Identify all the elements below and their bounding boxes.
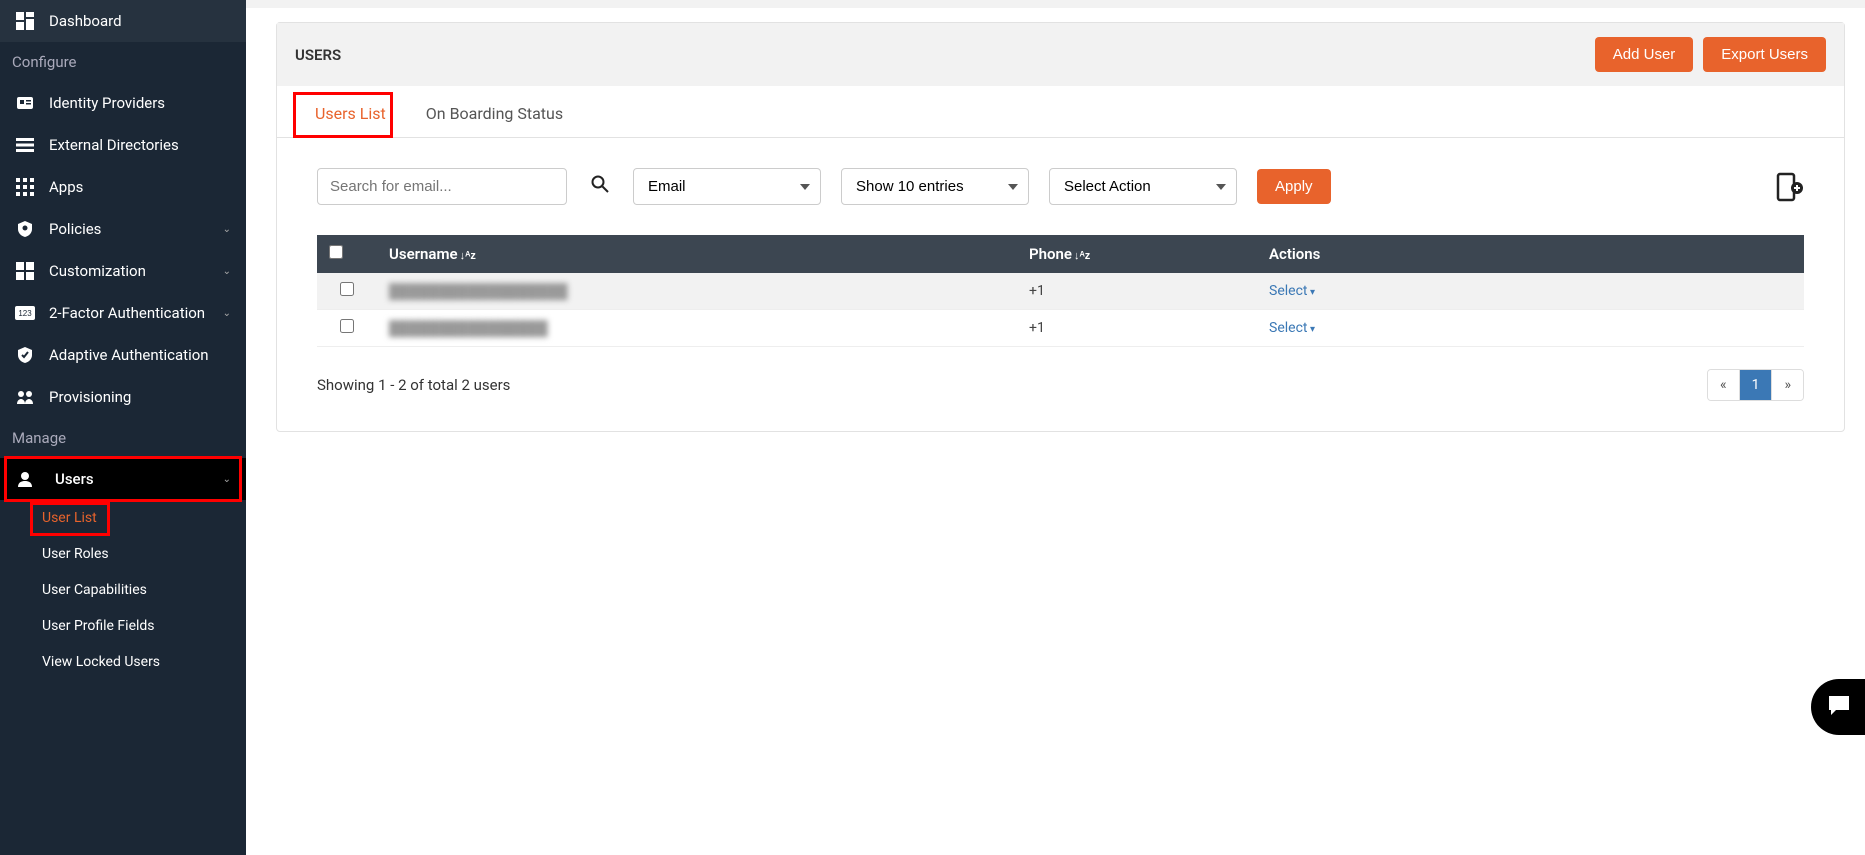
list-icon (15, 135, 35, 155)
sort-icon: ↓ᴬᴢ (1074, 249, 1090, 262)
pagination: « 1 » (1707, 369, 1804, 401)
pagination-page-1[interactable]: 1 (1740, 370, 1773, 400)
sidebar-item-users[interactable]: Users ⌄ (0, 458, 246, 500)
sidebar-sub-user-capabilities[interactable]: User Capabilities (0, 572, 246, 608)
table-footer: Showing 1 - 2 of total 2 users « 1 » (317, 369, 1804, 401)
search-email-input[interactable] (317, 168, 567, 205)
sidebar-item-label: Provisioning (49, 388, 231, 406)
sidebar-item-two-factor[interactable]: 123 2-Factor Authentication ⌄ (0, 292, 246, 334)
export-users-button[interactable]: Export Users (1703, 37, 1826, 72)
sort-icon: ↓ᴬᴢ (460, 249, 476, 262)
column-header-phone[interactable]: Phone↓ᴬᴢ (1017, 235, 1257, 273)
two-factor-icon: 123 (15, 303, 35, 323)
results-summary: Showing 1 - 2 of total 2 users (317, 376, 510, 394)
shield-icon (15, 219, 35, 239)
sidebar-item-label: Policies (49, 220, 223, 238)
column-header-username[interactable]: Username↓ᴬᴢ (377, 235, 1017, 273)
sidebar-item-label: Users (55, 470, 223, 488)
sidebar-sub-user-list[interactable]: User List (0, 500, 246, 536)
chevron-down-icon: ⌄ (223, 308, 231, 319)
sidebar-item-provisioning[interactable]: Provisioning (0, 376, 246, 418)
sidebar-item-apps[interactable]: Apps (0, 166, 246, 208)
bulk-action-select[interactable]: Select Action (1049, 168, 1237, 205)
add-device-button[interactable] (1774, 172, 1804, 202)
chevron-down-icon: ⌄ (223, 474, 231, 485)
table-header-row: Username↓ᴬᴢ Phone↓ᴬᴢ Actions (317, 235, 1804, 273)
row-checkbox[interactable] (340, 319, 354, 333)
chevron-down-icon: ⌄ (223, 224, 231, 235)
row-checkbox[interactable] (340, 282, 354, 296)
username-cell: ██████████████████ (389, 283, 568, 300)
sidebar-item-label: Adaptive Authentication (49, 346, 231, 364)
pagination-next[interactable]: » (1772, 370, 1803, 400)
tab-onboarding-status[interactable]: On Boarding Status (406, 86, 583, 137)
sidebar-item-customization[interactable]: Customization ⌄ (0, 250, 246, 292)
sidebar-item-label: Identity Providers (49, 94, 231, 112)
sidebar-item-label: 2-Factor Authentication (49, 304, 223, 322)
sidebar-item-label: Apps (49, 178, 231, 196)
pagination-prev[interactable]: « (1708, 370, 1740, 400)
add-user-button[interactable]: Add User (1595, 37, 1694, 72)
table-row: ██████████████████ +1 Select (317, 273, 1804, 310)
sidebar-sub-view-locked-users[interactable]: View Locked Users (0, 644, 246, 680)
chevron-down-icon: ⌄ (223, 266, 231, 277)
search-icon (591, 177, 609, 197)
apply-button[interactable]: Apply (1257, 169, 1331, 204)
svg-text:123: 123 (18, 309, 32, 318)
table-row: ████████████████ +1 Select (317, 310, 1804, 347)
sidebar-section-manage: Manage (0, 418, 246, 458)
main-content: USERS Add User Export Users Users List O… (246, 0, 1865, 855)
id-card-icon (15, 93, 35, 113)
sidebar-item-identity-providers[interactable]: Identity Providers (0, 82, 246, 124)
sidebar-section-configure: Configure (0, 42, 246, 82)
username-cell: ████████████████ (389, 320, 548, 337)
sidebar-item-label: External Directories (49, 136, 231, 154)
page-size-select[interactable]: Show 10 entries (841, 168, 1029, 205)
user-icon (15, 469, 35, 489)
row-action-select[interactable]: Select (1269, 320, 1315, 336)
sidebar: Dashboard Configure Identity Providers E… (0, 0, 246, 855)
sidebar-item-external-directories[interactable]: External Directories (0, 124, 246, 166)
sidebar-item-adaptive-auth[interactable]: Adaptive Authentication (0, 334, 246, 376)
row-action-select[interactable]: Select (1269, 283, 1315, 299)
tab-users-list[interactable]: Users List (295, 86, 406, 137)
filters-row: Email Show 10 entries Select Action Appl… (317, 168, 1804, 205)
chat-icon (1826, 692, 1852, 722)
panel-title: USERS (295, 46, 341, 64)
customization-icon (15, 261, 35, 281)
panel-header: USERS Add User Export Users (277, 23, 1844, 86)
shield-check-icon (15, 345, 35, 365)
search-button[interactable] (587, 175, 613, 198)
users-table: Username↓ᴬᴢ Phone↓ᴬᴢ Actions ███████████… (317, 235, 1804, 347)
sidebar-item-policies[interactable]: Policies ⌄ (0, 208, 246, 250)
provisioning-icon (15, 387, 35, 407)
apps-grid-icon (15, 177, 35, 197)
sidebar-sub-user-roles[interactable]: User Roles (0, 536, 246, 572)
chat-widget-button[interactable] (1811, 679, 1865, 735)
phone-cell: +1 (1017, 273, 1257, 310)
sidebar-item-dashboard[interactable]: Dashboard (0, 0, 246, 42)
search-field-select[interactable]: Email (633, 168, 821, 205)
sidebar-item-label: Dashboard (49, 12, 231, 30)
sidebar-item-label: Customization (49, 262, 223, 280)
panel-content: Email Show 10 entries Select Action Appl… (277, 138, 1844, 431)
sidebar-sub-user-profile-fields[interactable]: User Profile Fields (0, 608, 246, 644)
tabs: Users List On Boarding Status (277, 86, 1844, 138)
phone-cell: +1 (1017, 310, 1257, 347)
users-panel: USERS Add User Export Users Users List O… (276, 22, 1845, 432)
column-header-actions: Actions (1257, 235, 1804, 273)
dashboard-icon (15, 11, 35, 31)
select-all-checkbox[interactable] (329, 245, 343, 259)
